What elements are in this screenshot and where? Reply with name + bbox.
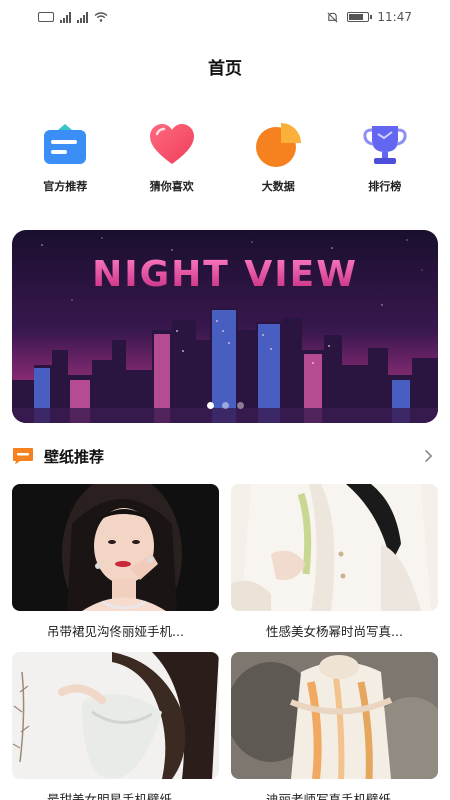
banner-carousel[interactable]: NIGHT VIEW	[12, 230, 438, 423]
banner-pagination	[12, 402, 438, 409]
sim-card-icon	[38, 12, 54, 22]
wallpaper-grid: 吊带裙见沟佟丽娅手机... 性感美女杨幂时尚写真... 最甜美女明星手机壁纸..…	[12, 484, 438, 800]
pie-chart-icon	[253, 120, 303, 170]
trophy-icon	[360, 120, 410, 170]
status-right: 11:47	[326, 10, 412, 24]
wifi-icon	[94, 12, 108, 22]
nav-label: 猜你喜欢	[149, 180, 194, 193]
recommend-card-icon	[40, 120, 90, 170]
status-time: 11:47	[377, 10, 412, 24]
nav-item-ranking[interactable]: 排行榜	[340, 120, 430, 194]
status-bar: 11:47	[0, 0, 450, 34]
wallpaper-caption: 迪丽老师写真手机壁纸...	[266, 792, 403, 800]
wallpaper-card[interactable]: 性感美女杨幂时尚写真...	[231, 484, 438, 640]
heart-icon	[147, 120, 197, 170]
wallpaper-thumbnail	[12, 484, 219, 611]
chat-bubble-icon	[13, 448, 33, 465]
wallpaper-caption: 最甜美女明星手机壁纸...	[47, 792, 184, 800]
nav-label: 排行榜	[368, 180, 402, 193]
nav-item-guess-you-like[interactable]: 猜你喜欢	[127, 120, 217, 194]
wallpaper-card[interactable]: 最甜美女明星手机壁纸...	[12, 652, 219, 800]
nav-label: 大数据	[261, 180, 295, 193]
wallpaper-section-header: 壁纸推荐	[12, 444, 438, 468]
banner-dot[interactable]	[236, 402, 244, 409]
wallpaper-card[interactable]: 吊带裙见沟佟丽娅手机...	[12, 484, 219, 640]
nav-item-official-recommend[interactable]: 官方推荐	[20, 120, 110, 194]
battery-icon	[347, 12, 373, 22]
wallpaper-thumbnail	[231, 484, 438, 611]
quick-nav: 官方推荐 猜你喜欢 大数据 排行榜	[0, 120, 450, 194]
wallpaper-thumbnail	[12, 652, 219, 779]
banner-dot[interactable]	[221, 402, 229, 409]
mute-bell-icon	[327, 11, 338, 23]
nav-label: 官方推荐	[43, 180, 88, 193]
wallpaper-thumbnail	[231, 652, 438, 779]
status-left	[38, 11, 108, 23]
wallpaper-caption: 吊带裙见沟佟丽娅手机...	[47, 624, 184, 639]
page-title: 首页	[208, 59, 242, 79]
chevron-right-icon[interactable]	[418, 446, 438, 466]
banner-title: NIGHT VIEW	[92, 254, 358, 295]
wallpaper-caption: 性感美女杨幂时尚写真...	[266, 624, 403, 639]
banner-dot[interactable]	[206, 402, 214, 409]
signal-icon-2	[77, 11, 88, 23]
banner-image: NIGHT VIEW	[12, 230, 438, 423]
section-title: 壁纸推荐	[44, 447, 105, 466]
nav-item-big-data[interactable]: 大数据	[233, 120, 323, 194]
wallpaper-card[interactable]: 迪丽老师写真手机壁纸...	[231, 652, 438, 800]
signal-icon-1	[60, 11, 71, 23]
